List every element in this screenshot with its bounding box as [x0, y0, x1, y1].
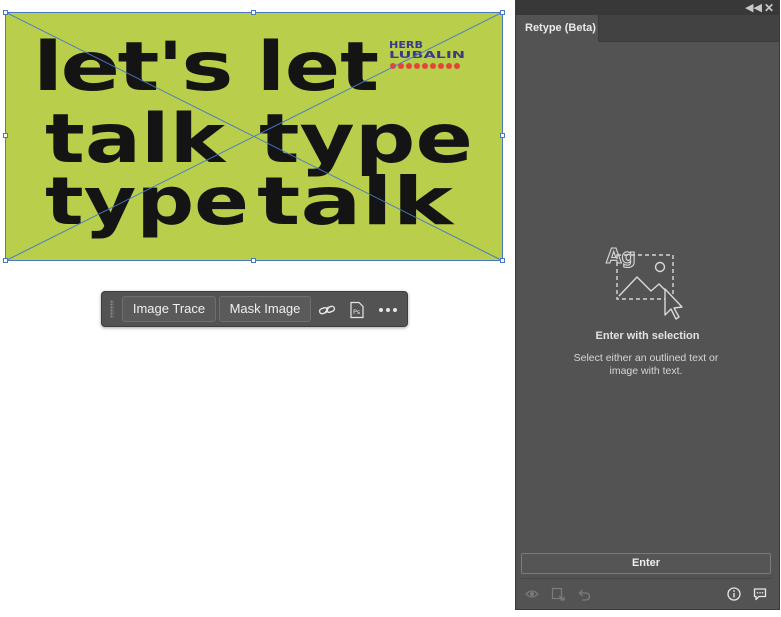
logo-ornament-row	[390, 63, 460, 69]
feedback-icon[interactable]	[753, 587, 767, 601]
resize-handle-middle-left[interactable]	[3, 133, 8, 138]
empty-state-title: Enter with selection	[595, 330, 700, 342]
resize-handle-top-center[interactable]	[251, 10, 256, 15]
panel-title-bar: ◀◀ ✕	[516, 1, 779, 15]
placed-image[interactable]: let's let talk type type talk HERB LUBAL…	[5, 12, 503, 261]
resize-handle-middle-right[interactable]	[500, 133, 505, 138]
resize-handle-bottom-left[interactable]	[3, 258, 8, 263]
svg-text:LUBALIN: LUBALIN	[389, 50, 465, 61]
retype-empty-state-illustration: Ag	[605, 243, 683, 320]
illustration-ag-text: Ag	[606, 244, 636, 268]
artwork-word: let	[257, 28, 379, 107]
svg-text:type: type	[45, 163, 249, 240]
empty-state-description: Select either an outlined text or image …	[573, 352, 719, 377]
footer-divider	[521, 578, 771, 579]
artwork-logo-line: LUBALIN	[389, 50, 465, 61]
svg-text:let's: let's	[33, 28, 231, 107]
svg-text:let: let	[257, 28, 379, 107]
photoshop-icon[interactable]: Ps	[348, 301, 366, 319]
mask-image-button[interactable]: Mask Image	[219, 296, 311, 322]
contextual-task-bar: Image Trace Mask Image Ps	[101, 291, 408, 327]
close-icon[interactable]: ✕	[764, 2, 774, 14]
link-icon[interactable]	[318, 301, 336, 319]
photoshop-icon-label: Ps	[353, 308, 361, 316]
more-options-icon[interactable]	[377, 301, 399, 319]
panel-tab-strip: Retype (Beta)	[516, 15, 779, 42]
drag-grip-handle[interactable]	[110, 300, 114, 318]
resize-handle-bottom-center[interactable]	[251, 258, 256, 263]
export-icon[interactable]	[551, 587, 565, 601]
artwork-word: talk	[257, 163, 456, 240]
placed-image-frame[interactable]: let's let talk type type talk HERB LUBAL…	[3, 10, 505, 263]
resize-handle-bottom-right[interactable]	[500, 258, 505, 263]
undo-icon[interactable]	[577, 587, 591, 601]
info-icon[interactable]	[727, 587, 741, 601]
visibility-icon[interactable]	[525, 587, 539, 601]
artwork-word: let's	[33, 28, 231, 107]
svg-text:talk: talk	[257, 163, 456, 240]
resize-handle-top-left[interactable]	[3, 10, 8, 15]
image-trace-button[interactable]: Image Trace	[122, 296, 216, 322]
enter-button[interactable]: Enter	[521, 553, 771, 574]
tab-retype-beta[interactable]: Retype (Beta)	[516, 15, 599, 42]
resize-handle-top-right[interactable]	[500, 10, 505, 15]
collapse-double-chevron-icon[interactable]: ◀◀	[745, 2, 762, 14]
artwork-word: type	[45, 163, 249, 240]
